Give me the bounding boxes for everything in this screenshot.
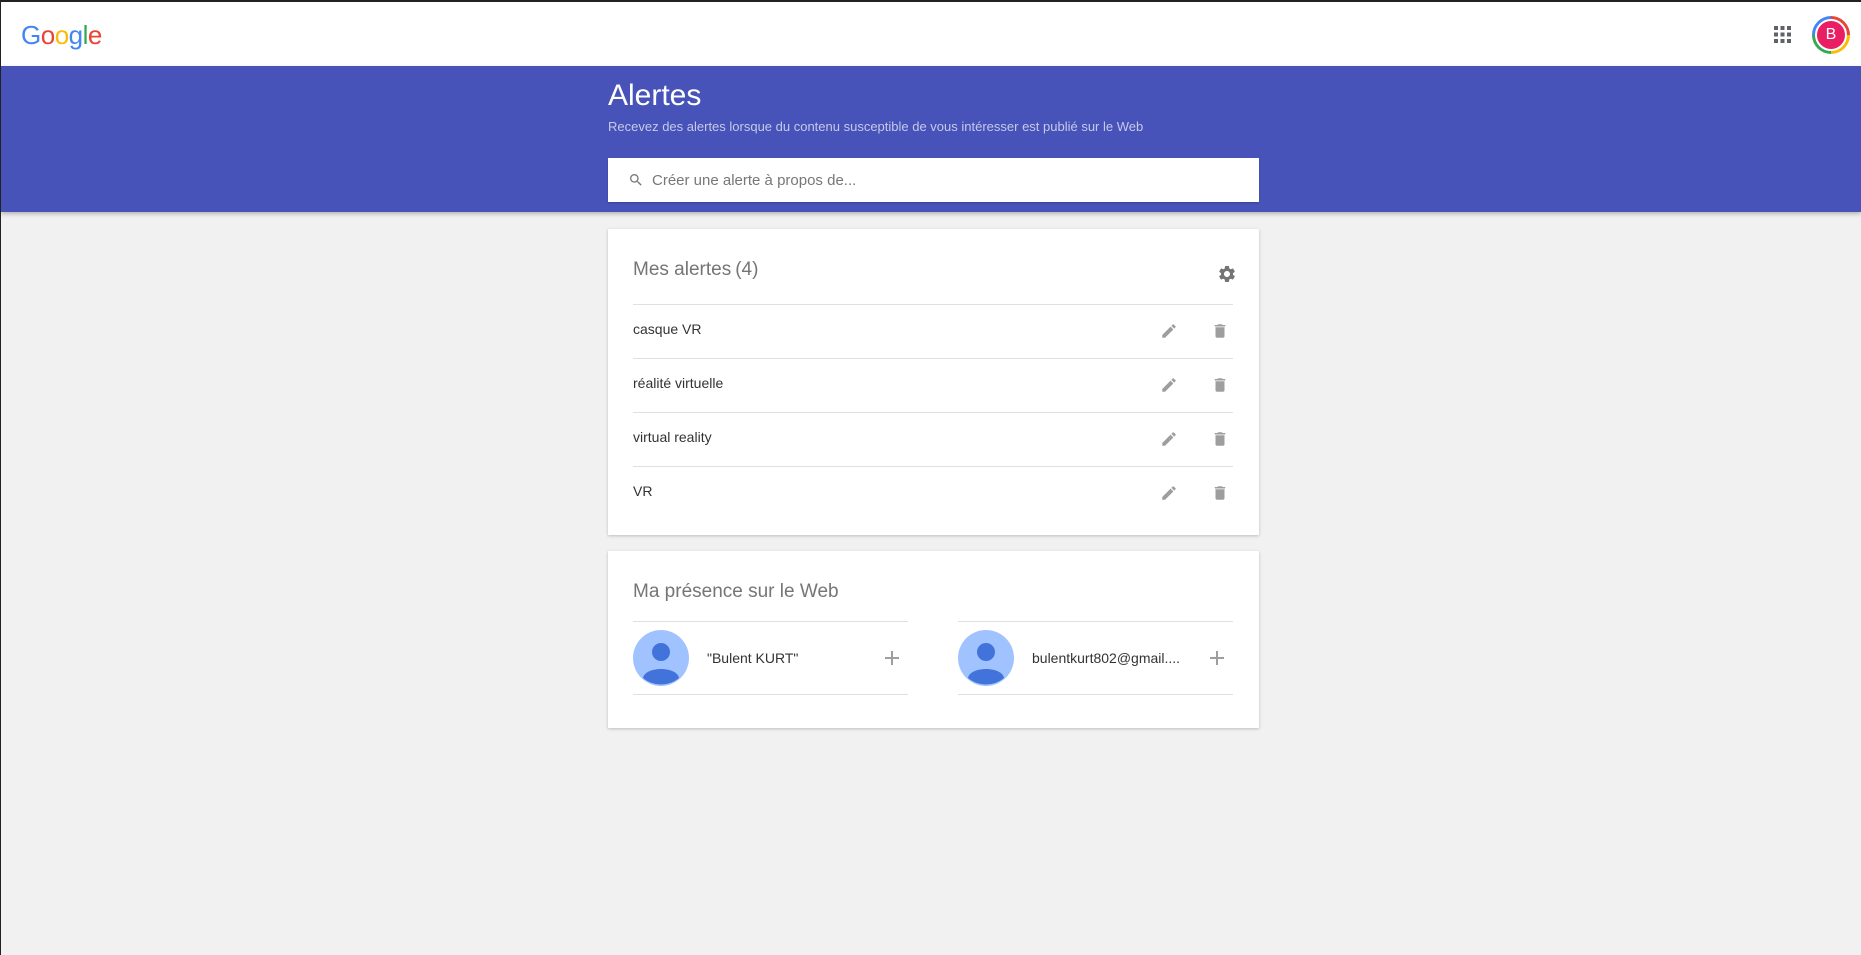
alerts-header: Alertes Recevez des alertes lorsque du c… <box>1 66 1861 212</box>
avatar-initial: B <box>1815 19 1847 51</box>
trash-icon[interactable] <box>1211 484 1229 502</box>
plus-icon[interactable] <box>884 650 900 666</box>
my-alerts-title: Mes alertes (4) <box>633 259 758 281</box>
apps-grid-icon[interactable] <box>1774 26 1791 43</box>
person-avatar-icon <box>633 630 689 686</box>
trash-icon[interactable] <box>1211 322 1229 340</box>
alert-item[interactable]: VR <box>633 466 1233 520</box>
page-title: Alertes <box>608 79 702 112</box>
person-avatar-icon <box>958 630 1014 686</box>
account-avatar[interactable]: B <box>1812 16 1850 54</box>
alert-item[interactable]: virtual reality <box>633 412 1233 466</box>
presence-item-name[interactable]: "Bulent KURT" <box>633 621 908 695</box>
pencil-icon[interactable] <box>1160 322 1178 340</box>
create-alert-box[interactable] <box>608 158 1259 202</box>
plus-icon[interactable] <box>1209 650 1225 666</box>
alert-label: casque VR <box>633 321 702 337</box>
pencil-icon[interactable] <box>1160 376 1178 394</box>
presence-label: bulentkurt802@gmail.... <box>1032 650 1181 666</box>
alerts-count: (4) <box>735 259 759 280</box>
alert-label: réalité virtuelle <box>633 375 724 391</box>
my-alerts-heading: Mes alertes <box>633 259 732 280</box>
presence-label: "Bulent KURT" <box>707 650 799 666</box>
create-alert-input[interactable] <box>652 158 1259 202</box>
search-icon <box>630 174 642 186</box>
trash-icon[interactable] <box>1211 430 1229 448</box>
top-bar: Google B <box>1 2 1861 66</box>
page-frame: Google B Alertes Recevez des alertes lor… <box>0 0 1861 955</box>
web-presence-title: Ma présence sur le Web <box>633 581 839 602</box>
page-subtitle: Recevez des alertes lorsque du contenu s… <box>608 119 1144 134</box>
alert-list: casque VR réalité virtuelle virtual real… <box>633 304 1233 520</box>
alert-item[interactable]: réalité virtuelle <box>633 358 1233 412</box>
my-alerts-card: Mes alertes (4) casque VR réalité virtuel… <box>608 229 1259 535</box>
google-logo[interactable]: Google <box>21 20 102 50</box>
gear-icon[interactable] <box>1217 264 1237 284</box>
alert-label: virtual reality <box>633 429 712 445</box>
web-presence-card: Ma présence sur le Web "Bulent KURT" bul… <box>608 551 1259 728</box>
pencil-icon[interactable] <box>1160 430 1178 448</box>
trash-icon[interactable] <box>1211 376 1229 394</box>
alert-label: VR <box>633 483 653 499</box>
alert-item[interactable]: casque VR <box>633 304 1233 358</box>
pencil-icon[interactable] <box>1160 484 1178 502</box>
presence-item-email[interactable]: bulentkurt802@gmail.... <box>958 621 1233 695</box>
